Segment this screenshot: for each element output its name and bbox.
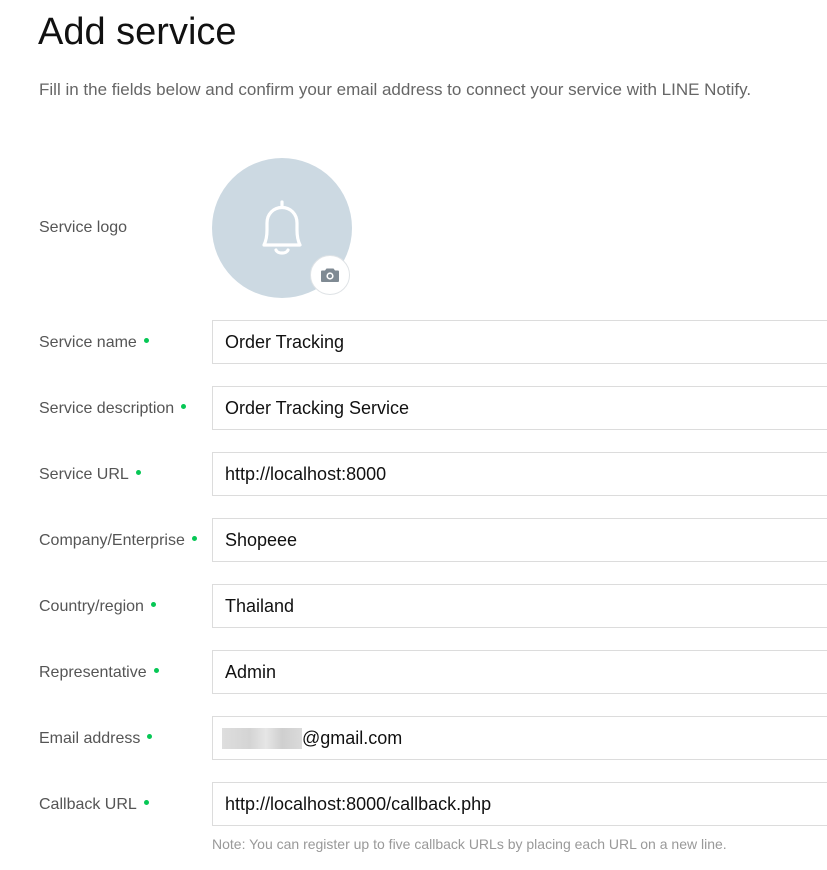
service-logo-label: Service logo	[39, 219, 128, 236]
required-dot	[191, 536, 197, 542]
service-name-label: Service name	[39, 333, 149, 353]
email-row: Email address @gmail.com	[0, 716, 827, 760]
service-description-label-text: Service description	[39, 400, 175, 417]
representative-input[interactable]	[212, 650, 827, 694]
country-row: Country/region	[0, 584, 827, 628]
service-logo-uploader[interactable]	[212, 158, 352, 298]
page-title: Add service	[38, 11, 237, 53]
upload-logo-button[interactable]	[310, 255, 350, 295]
required-dot	[143, 338, 149, 344]
company-input[interactable]	[212, 518, 827, 562]
country-label-text: Country/region	[39, 598, 144, 615]
service-url-input[interactable]	[212, 452, 827, 496]
service-name-input[interactable]	[212, 320, 827, 364]
required-dot	[143, 800, 149, 806]
company-label: Company/Enterprise	[39, 531, 197, 551]
service-description-row: Service description	[0, 386, 827, 430]
bell-icon	[262, 200, 302, 255]
email-domain-text: @gmail.com	[302, 728, 403, 748]
callback-url-label-text: Callback URL	[39, 796, 137, 813]
service-name-label-text: Service name	[39, 334, 137, 351]
callback-url-note: Note: You can register up to five callba…	[212, 836, 727, 852]
company-row: Company/Enterprise	[0, 518, 827, 562]
camera-icon	[321, 268, 339, 282]
representative-row: Representative	[0, 650, 827, 694]
required-dot	[147, 734, 153, 740]
service-url-row: Service URL	[0, 452, 827, 496]
required-dot	[135, 470, 141, 476]
page-intro: Fill in the fields below and confirm you…	[39, 80, 752, 99]
callback-url-label: Callback URL	[39, 795, 149, 815]
company-label-text: Company/Enterprise	[39, 532, 185, 549]
country-label: Country/region	[39, 597, 156, 617]
required-dot	[153, 668, 159, 674]
email-label-text: Email address	[39, 730, 141, 747]
service-name-row: Service name	[0, 320, 827, 364]
service-url-label-text: Service URL	[39, 466, 129, 483]
email-label: Email address	[39, 729, 153, 749]
required-dot	[181, 404, 187, 410]
country-input[interactable]	[212, 584, 827, 628]
service-description-input[interactable]	[212, 386, 827, 430]
callback-url-row: Callback URL	[0, 782, 827, 826]
redacted-email-user	[222, 727, 302, 749]
required-dot	[150, 602, 156, 608]
service-description-label: Service description	[39, 399, 187, 419]
representative-label: Representative	[39, 663, 159, 683]
service-url-label: Service URL	[39, 465, 141, 485]
callback-url-input[interactable]	[212, 782, 827, 826]
email-input[interactable]: @gmail.com	[212, 716, 827, 760]
representative-label-text: Representative	[39, 664, 147, 681]
